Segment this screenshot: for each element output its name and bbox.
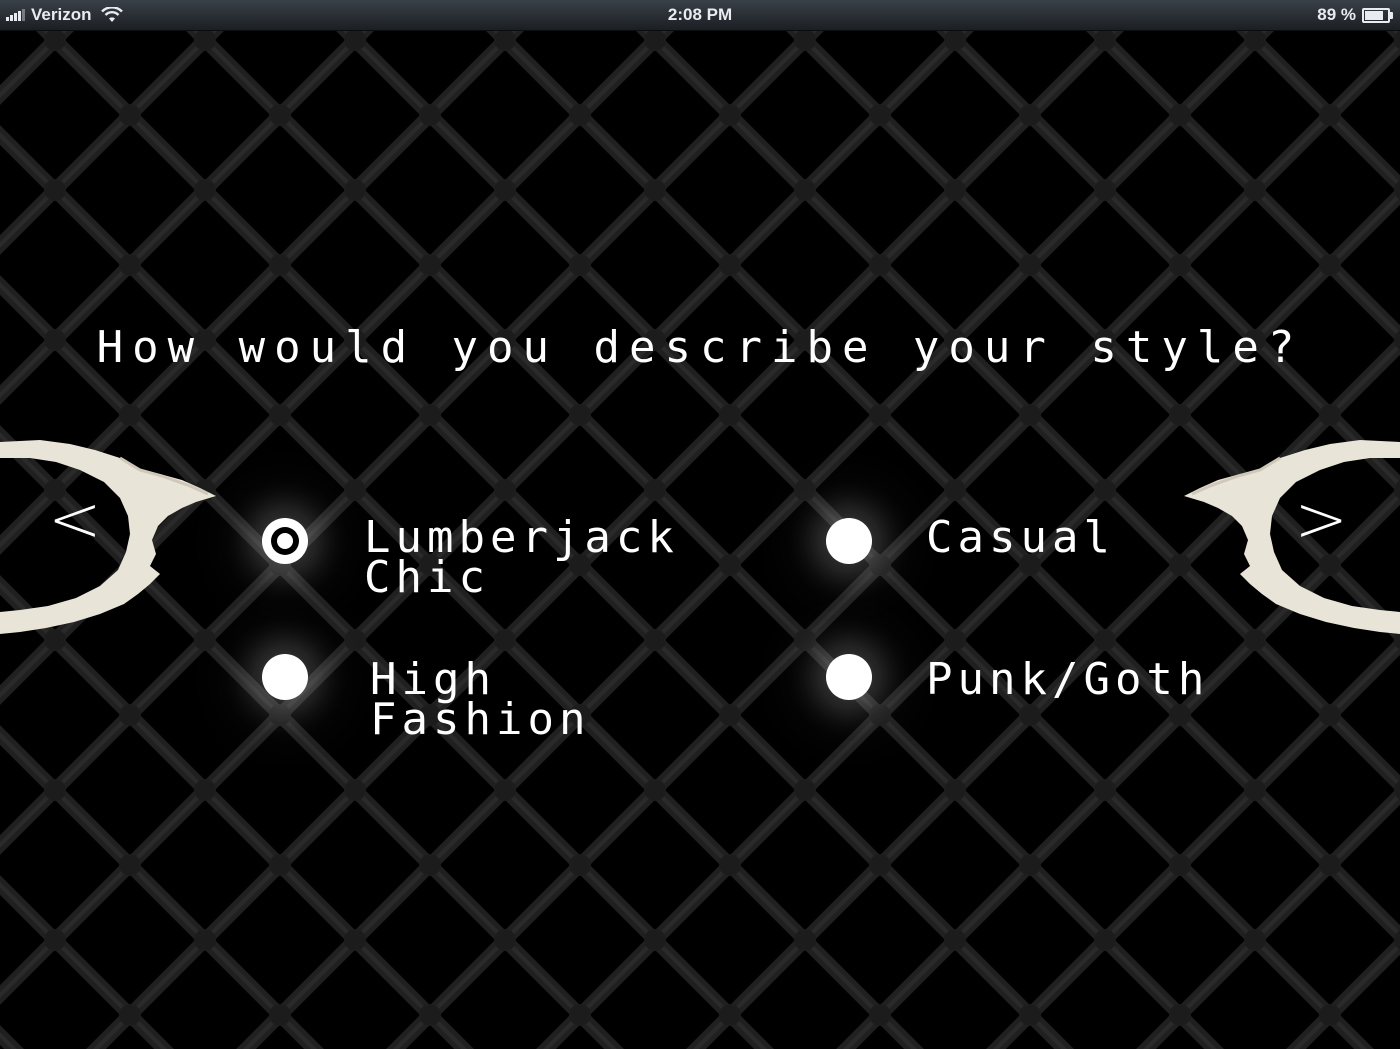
option-label: Punk/Goth [926, 654, 1210, 705]
chevron-right-icon: > [1294, 483, 1348, 557]
option-lumberjack-chic[interactable]: Lumberjack Chic [262, 512, 679, 603]
battery-percent: 89 % [1317, 5, 1356, 24]
torn-paper-icon [0, 440, 216, 634]
torn-paper-icon [1184, 440, 1400, 634]
radio-button[interactable] [826, 654, 872, 700]
option-high-fashion[interactable]: High Fashion [262, 654, 730, 745]
chevron-left-icon: < [48, 483, 102, 557]
quiz-question: How would you describe your style? [96, 322, 1304, 373]
status-right: 89 % [1317, 5, 1393, 25]
status-time: 2:08 PM [667, 5, 733, 24]
radio-button[interactable] [826, 518, 872, 564]
status-bar: Verizon 2:08 PM 89 % [0, 0, 1400, 31]
quiz-screen: Verizon 2:08 PM 89 % How would you descr… [0, 0, 1400, 1049]
option-label: Casual [926, 512, 1115, 563]
radio-button[interactable] [262, 518, 308, 564]
option-punk-goth[interactable]: Punk/Goth [826, 654, 1210, 705]
option-casual[interactable]: Casual [826, 512, 1115, 564]
battery-icon [1362, 7, 1393, 23]
option-label: Lumberjack Chic [364, 512, 679, 603]
previous-button[interactable]: < [0, 436, 230, 636]
option-label: High Fashion [370, 654, 591, 745]
next-button[interactable]: > [1170, 436, 1400, 636]
radio-button[interactable] [262, 654, 308, 700]
battery-level [1365, 10, 1383, 20]
